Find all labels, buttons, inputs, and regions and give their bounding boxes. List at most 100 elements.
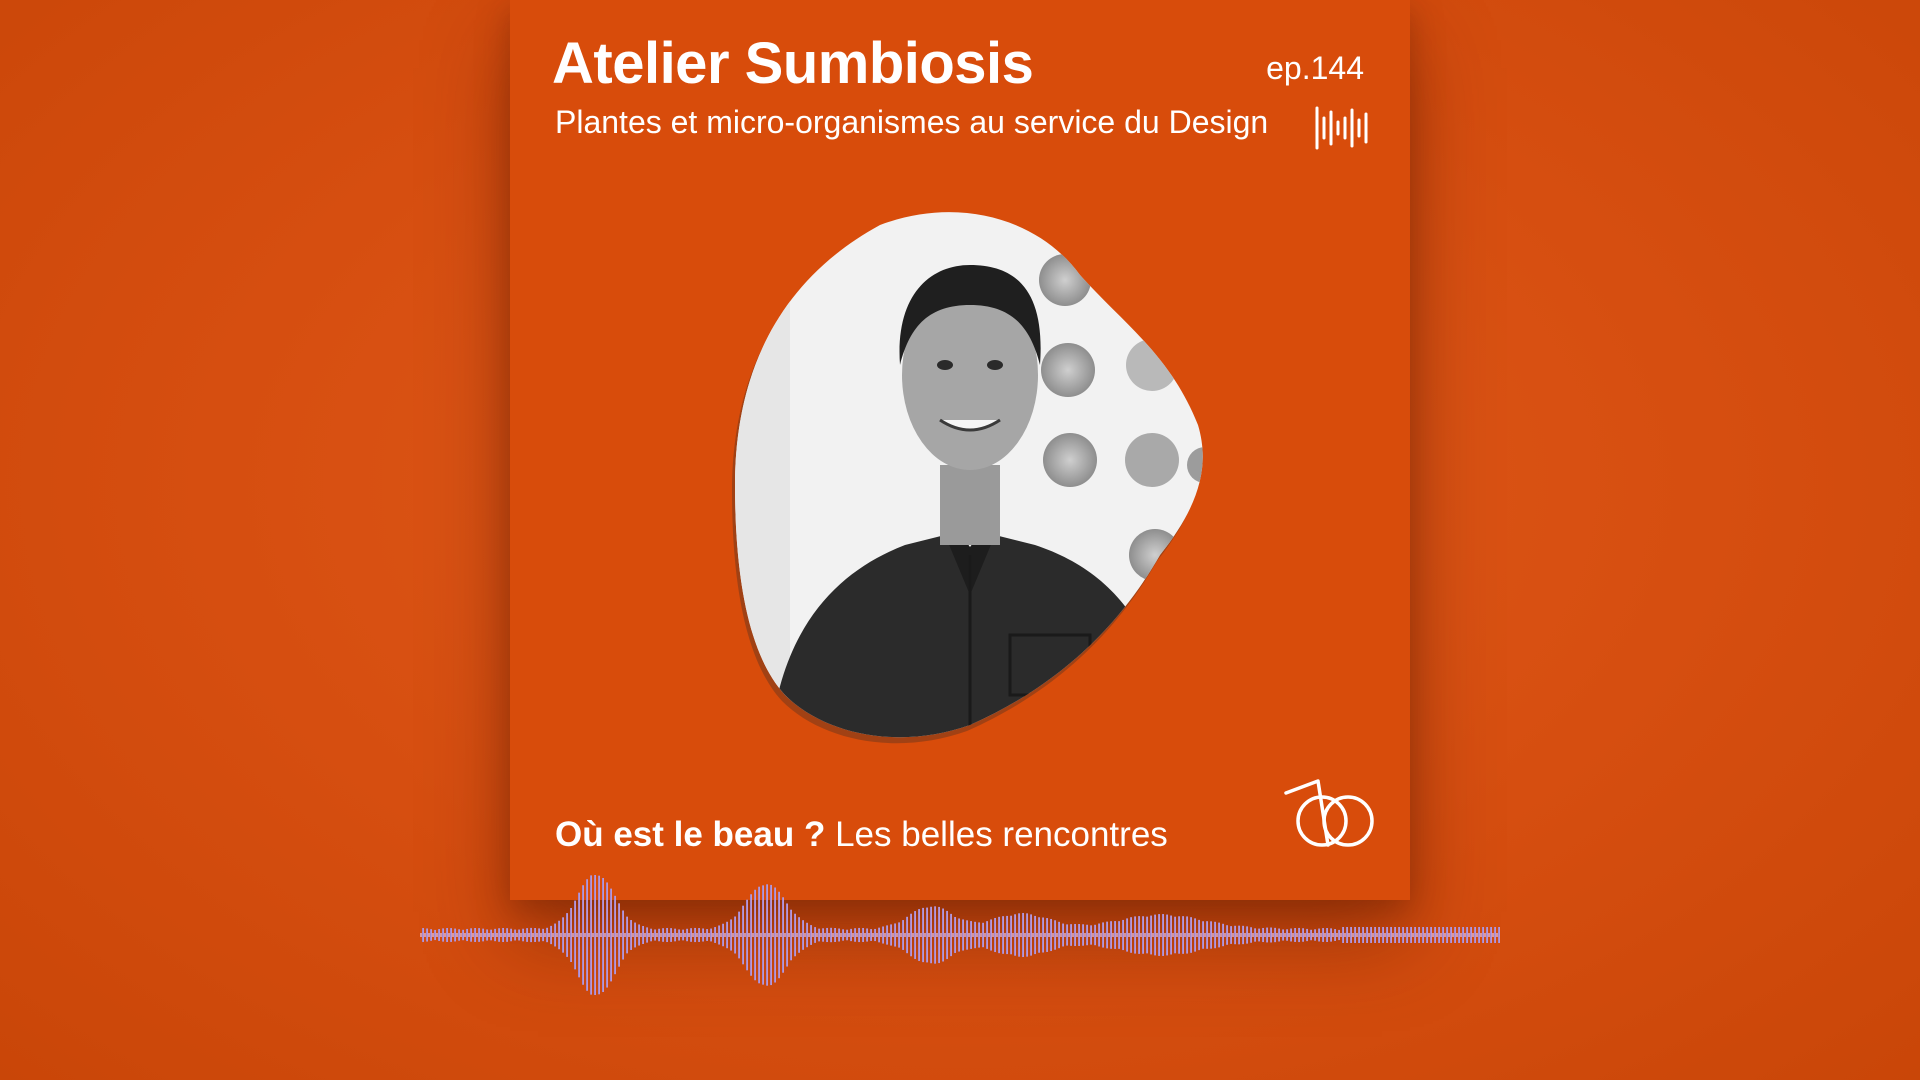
- waveform-bar: [1378, 927, 1380, 943]
- waveform-bar: [1026, 913, 1028, 957]
- waveform-bar: [694, 927, 696, 943]
- waveform-bar: [1418, 927, 1420, 943]
- waveform-bar: [970, 921, 972, 949]
- waveform-bar: [530, 927, 532, 943]
- waveform-bar: [846, 929, 848, 941]
- waveform-bar: [1122, 919, 1124, 951]
- waveform-bar: [894, 923, 896, 947]
- waveform-bar: [434, 929, 436, 941]
- waveform-bar: [778, 891, 780, 979]
- waveform-bar: [1034, 915, 1036, 955]
- waveform-bar: [1490, 927, 1492, 943]
- waveform-bar: [438, 929, 440, 941]
- waveform-bar: [1118, 921, 1120, 949]
- waveform-bar: [810, 925, 812, 945]
- waveform-bar: [954, 917, 956, 953]
- waveform-bar: [1238, 925, 1240, 945]
- waveform-bar: [1202, 921, 1204, 949]
- waveform-bar: [1358, 927, 1360, 943]
- waveform-bar: [798, 917, 800, 953]
- waveform-bar: [902, 920, 904, 950]
- waveform-bar: [1146, 916, 1148, 954]
- waveform-bar: [1254, 928, 1256, 942]
- waveform-bar: [698, 928, 700, 942]
- waveform-bar: [1442, 927, 1444, 943]
- waveform-bar: [1350, 927, 1352, 943]
- waveform-bar: [458, 929, 460, 941]
- waveform-bar: [1054, 920, 1056, 950]
- audio-waveform: [420, 875, 1500, 995]
- waveform-bar: [450, 928, 452, 942]
- waveform-bar: [1138, 916, 1140, 954]
- waveform-bar: [638, 924, 640, 946]
- waveform-bar: [786, 903, 788, 967]
- waveform-bar: [1214, 921, 1216, 949]
- waveform-bar: [702, 928, 704, 942]
- waveform-bar: [1438, 927, 1440, 943]
- waveform-bar: [590, 875, 592, 995]
- waveform-bar: [830, 927, 832, 943]
- waveform-bar: [958, 918, 960, 952]
- waveform-bar: [966, 920, 968, 950]
- waveform-bar: [666, 927, 668, 943]
- waveform-bar: [1014, 914, 1016, 956]
- waveform-bar: [922, 907, 924, 963]
- waveform-bar: [1134, 916, 1136, 954]
- portrait-photo: [732, 212, 1203, 744]
- waveform-bar: [1194, 918, 1196, 952]
- episode-number: ep.144: [1266, 50, 1364, 86]
- waveform-bar: [854, 928, 856, 942]
- waveform-bar: [490, 929, 492, 941]
- waveform-bar: [882, 926, 884, 944]
- waveform-bar: [794, 913, 796, 957]
- waveform-bar: [1478, 927, 1480, 943]
- waveform-bar: [610, 888, 612, 982]
- waveform-bar: [1250, 927, 1252, 943]
- waveform-bar: [842, 929, 844, 941]
- waveform-bar: [1070, 924, 1072, 946]
- waveform-bar: [1106, 921, 1108, 949]
- waveform-bar: [678, 929, 680, 941]
- waveform-bar: [1366, 927, 1368, 943]
- waveform-bar: [494, 928, 496, 942]
- waveform-bar: [622, 910, 624, 960]
- waveform-bar: [662, 928, 664, 942]
- waveform-bar: [1242, 925, 1244, 945]
- waveform-bar: [498, 928, 500, 942]
- waveform-bar: [522, 928, 524, 942]
- waveform-bar: [1230, 926, 1232, 944]
- waveform-bar: [1338, 929, 1340, 941]
- waveform-bar: [874, 928, 876, 942]
- waveform-bar: [1290, 928, 1292, 942]
- waveform-bar: [914, 911, 916, 959]
- ob-logo: [1284, 779, 1374, 847]
- waveform-bar: [482, 928, 484, 942]
- waveform-bar: [1362, 927, 1364, 943]
- waveform-bar: [1022, 912, 1024, 958]
- waveform-bar: [1166, 914, 1168, 956]
- waveform-bar: [1282, 929, 1284, 941]
- waveform-bar: [1078, 924, 1080, 946]
- waveform-bar: [1142, 916, 1144, 954]
- waveform-bar: [1458, 927, 1460, 943]
- waveform-bar: [766, 884, 768, 986]
- waveform-bar: [642, 925, 644, 945]
- waveform-bar: [546, 927, 548, 943]
- tagline-series: Les belles rencontres: [835, 815, 1168, 854]
- waveform-bar: [1102, 922, 1104, 948]
- waveform-bar: [818, 928, 820, 942]
- waveform-bar: [1318, 928, 1320, 942]
- waveform-bar: [630, 920, 632, 950]
- waveform-bar: [558, 920, 560, 950]
- waveform-bar: [926, 907, 928, 963]
- waveform-bar: [518, 929, 520, 941]
- waveform-bar: [626, 916, 628, 954]
- sound-wave-icon: [1315, 106, 1368, 150]
- waveform-bar: [650, 928, 652, 942]
- waveform-bar: [1346, 927, 1348, 943]
- waveform-bar: [878, 927, 880, 943]
- waveform-bar: [646, 927, 648, 943]
- waveform-bar: [1182, 916, 1184, 954]
- waveform-bar: [1374, 927, 1376, 943]
- waveform-bar: [674, 928, 676, 942]
